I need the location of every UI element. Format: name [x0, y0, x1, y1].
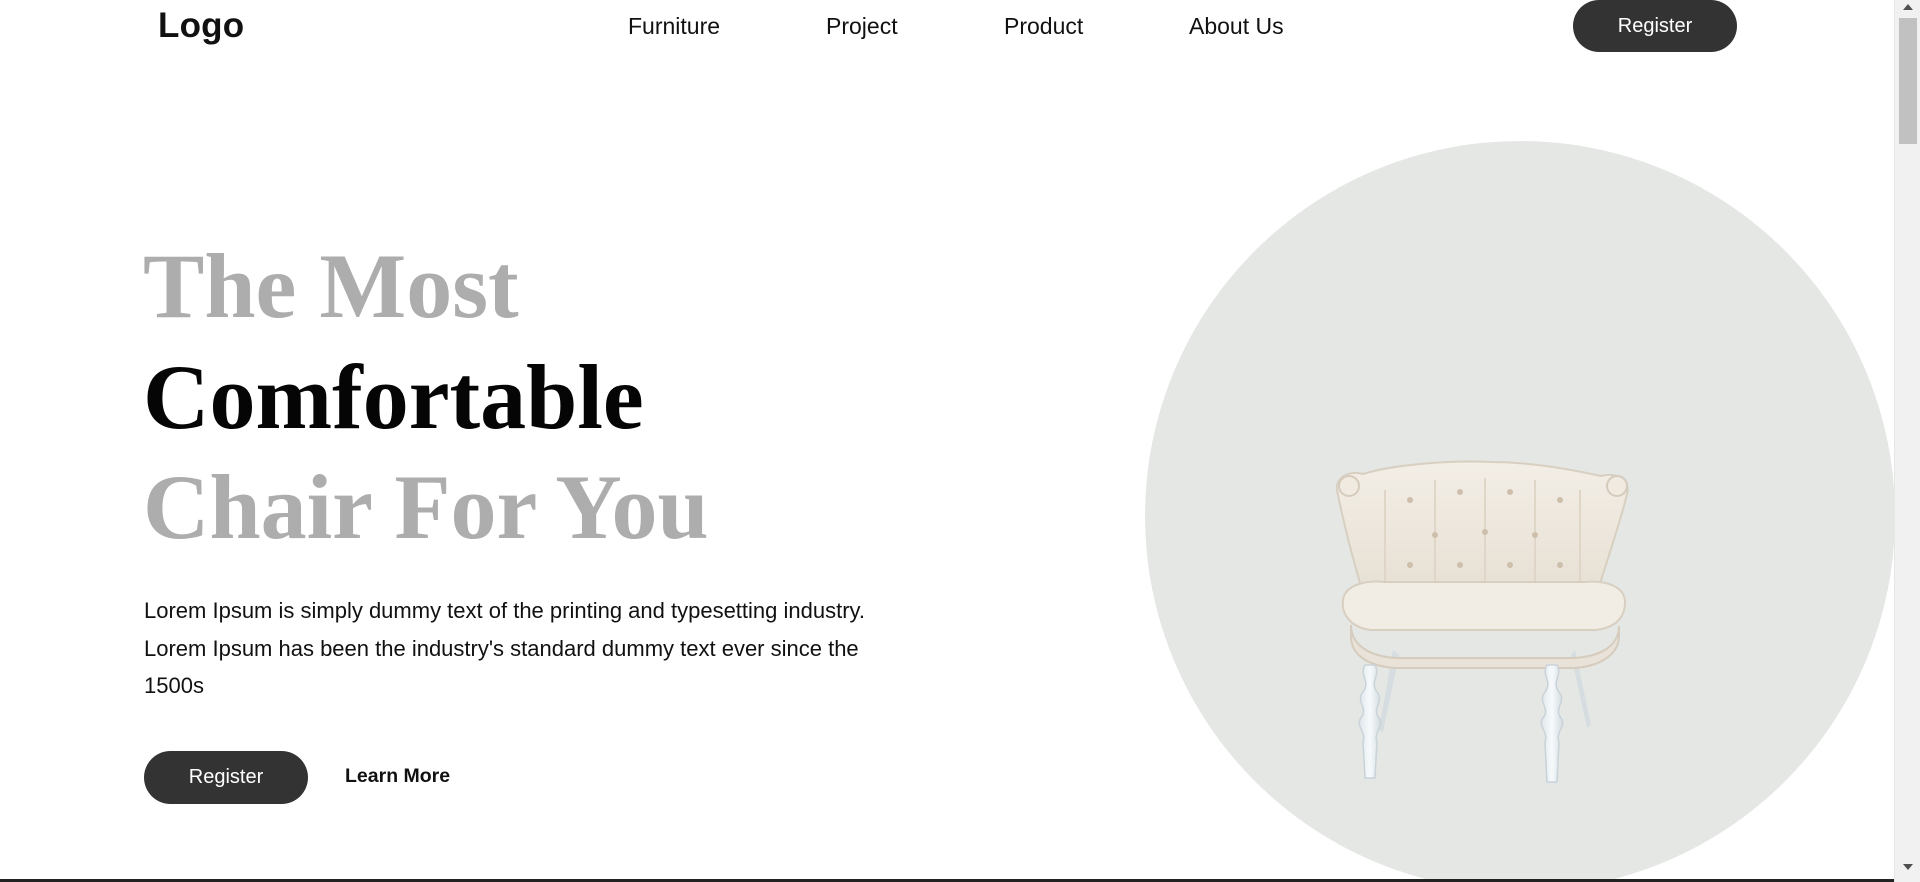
header-register-button[interactable]: Register: [1573, 0, 1737, 52]
logo[interactable]: Logo: [158, 6, 244, 46]
nav-link-product[interactable]: Product: [1004, 13, 1083, 40]
scroll-up-arrow-icon[interactable]: [1903, 4, 1913, 10]
nav-link-project[interactable]: Project: [826, 13, 898, 40]
hero-description: Lorem Ipsum is simply dummy text of the …: [144, 598, 866, 698]
headline-line-3: Chair For You: [143, 456, 709, 558]
scroll-down-arrow-icon[interactable]: [1903, 864, 1913, 870]
nav-link-about-us[interactable]: About Us: [1189, 13, 1284, 40]
hero-register-button[interactable]: Register: [144, 751, 308, 804]
armchair-image: [1335, 460, 1629, 783]
learn-more-link[interactable]: Learn More: [345, 765, 450, 788]
nav-link-furniture[interactable]: Furniture: [628, 13, 720, 40]
vertical-scrollbar[interactable]: [1894, 0, 1920, 882]
headline-line-2: Comfortable: [143, 346, 644, 448]
headline-line-1: The Most: [143, 235, 519, 337]
scrollbar-thumb[interactable]: [1899, 18, 1917, 144]
